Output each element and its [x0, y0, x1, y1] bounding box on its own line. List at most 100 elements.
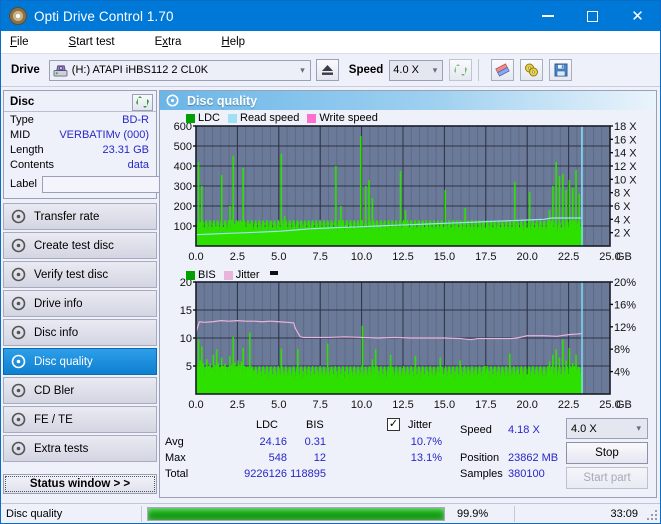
svg-text:20%: 20%: [614, 277, 636, 289]
save-button[interactable]: [549, 59, 573, 81]
sidebar: Disc Type BD-R MID VERBATIMv (000) Lengt…: [1, 87, 241, 498]
drive-value: (H:) ATAPI iHBS112 2 CL0K: [71, 64, 209, 76]
disc-tools-button[interactable]: [520, 59, 544, 81]
sidebar-item-create-test-disc[interactable]: Create test disc: [3, 232, 157, 259]
legend-swatch-ldc: [186, 113, 195, 123]
sidebar-label: Drive info: [34, 297, 83, 310]
app-window: Opti Drive Control 1.70 ✕ File Start tes…: [0, 0, 661, 524]
status-task-cell: Disc quality: [1, 505, 141, 523]
disc-contents-value: data: [127, 158, 149, 171]
sidebar-item-disc-quality[interactable]: Disc quality: [3, 348, 157, 375]
progress-fill: [148, 507, 444, 520]
speed-select-stats[interactable]: 4.0 X ▾: [566, 418, 648, 439]
resize-grip-icon[interactable]: [647, 510, 658, 521]
stats-max-ldc: 548: [268, 452, 287, 464]
menu-item-start-test[interactable]: Start test: [69, 36, 135, 48]
sidebar-item-transfer-rate[interactable]: Transfer rate: [3, 203, 157, 230]
svg-text:4%: 4%: [614, 367, 630, 379]
erase-button[interactable]: [491, 59, 515, 81]
svg-text:6 X: 6 X: [614, 201, 631, 213]
legend-label-ldc: LDC: [198, 112, 221, 124]
refresh-button[interactable]: [449, 59, 473, 81]
sidebar-item-cd-bler[interactable]: CD Bler: [3, 377, 157, 404]
close-button[interactable]: ✕: [615, 1, 660, 31]
disc-panel-header: Disc: [4, 93, 156, 112]
disc-icon: [11, 383, 26, 398]
chevron-down-icon: ▾: [636, 423, 641, 433]
stats-avg-ldc: 24.16: [259, 436, 287, 448]
stats-row-max-label: Max: [165, 452, 186, 464]
jitter-checkbox[interactable]: ✓: [387, 418, 400, 431]
minimize-button[interactable]: [525, 1, 570, 31]
elapsed-time: 33:09: [610, 507, 638, 520]
disc-quality-panel: Disc quality LDC Read speed Write speed …: [159, 90, 657, 498]
sidebar-nav: Transfer rate Create test disc Verify te…: [3, 203, 157, 462]
svg-text:500: 500: [174, 141, 192, 153]
svg-text:12.5: 12.5: [392, 251, 413, 263]
disc-panel: Disc Type BD-R MID VERBATIMv (000) Lengt…: [3, 90, 241, 199]
sidebar-label: FE / TE: [34, 413, 73, 426]
sidebar-item-disc-info[interactable]: Disc info: [3, 319, 157, 346]
svg-text:10 X: 10 X: [614, 174, 637, 186]
svg-text:5.0: 5.0: [271, 251, 286, 263]
menu-start-rest: tart test: [76, 36, 115, 48]
progress-percent: 99.9%: [457, 507, 489, 520]
svg-text:10: 10: [180, 333, 192, 345]
title-bar: Opti Drive Control 1.70 ✕: [1, 1, 660, 31]
maximize-button[interactable]: [570, 1, 615, 31]
svg-text:20.0: 20.0: [516, 251, 537, 263]
status-elapsed-cell: 33:09: [515, 505, 643, 523]
bis-chart-svg: 51015204%8%12%16%20%0.0 2.5 5.0 7.5 10.0 12.5…: [180, 277, 636, 411]
svg-text:16%: 16%: [614, 299, 636, 311]
stats-header-bis: BIS: [306, 419, 324, 431]
speed-select-value: 4.0 X: [571, 422, 597, 435]
stop-button[interactable]: Stop: [566, 442, 648, 464]
stats-position-label: Position: [460, 452, 500, 464]
svg-text:5.0: 5.0: [271, 399, 286, 411]
sidebar-item-fe-te[interactable]: FE / TE: [3, 406, 157, 433]
toolbar-divider: [478, 59, 480, 81]
drive-select[interactable]: (H:) ATAPI iHBS112 2 CL0K ▾: [48, 59, 311, 81]
legend-swatch-jitter: [223, 270, 233, 280]
close-icon: ✕: [631, 8, 644, 25]
disc-length-key: Length: [10, 143, 44, 156]
svg-text:8%: 8%: [614, 344, 630, 356]
sidebar-item-verify-test-disc[interactable]: Verify test disc: [3, 261, 157, 288]
svg-text:15: 15: [180, 305, 192, 317]
start-part-button: Start part: [566, 467, 648, 489]
disc-contents-key: Contents: [10, 158, 55, 171]
svg-text:GB: GB: [616, 399, 632, 411]
stats-max-bis: 12: [313, 452, 326, 464]
sidebar-item-drive-info[interactable]: Drive info: [3, 290, 157, 317]
disc-icon: [11, 325, 26, 340]
bis-chart-legend: BIS Jitter: [186, 269, 278, 281]
panel-header: Disc quality: [160, 91, 656, 110]
svg-text:200: 200: [174, 201, 192, 213]
disc-icon: [11, 238, 26, 253]
stats-total-bis: 118895: [290, 468, 326, 480]
svg-text:20.0: 20.0: [516, 399, 537, 411]
progress-bar: [147, 506, 445, 521]
status-window-button[interactable]: Status window > >: [3, 474, 157, 494]
window-title: Opti Drive Control 1.70: [34, 8, 174, 24]
menu-item-help[interactable]: Help: [221, 36, 265, 48]
svg-text:22.5: 22.5: [558, 251, 579, 263]
menu-item-extra[interactable]: Extra: [155, 36, 202, 48]
disc-label-row: Label: [4, 173, 241, 195]
svg-text:2.5: 2.5: [230, 399, 245, 411]
check-icon: ✓: [388, 418, 399, 430]
svg-text:15.0: 15.0: [434, 251, 455, 263]
stats-max-jitter: 13.1%: [410, 452, 442, 464]
disc-row-type: Type BD-R: [4, 112, 156, 127]
panel-title: Disc quality: [187, 93, 258, 108]
bis-chart: BIS Jitter 5 10 15 20 4% 8% 12% 16% 20% 0.0 2.5 5.0…: [160, 268, 656, 416]
disc-icon: [11, 209, 26, 224]
svg-text:12 X: 12 X: [614, 161, 637, 173]
speed-select[interactable]: 4.0 X ▾: [389, 59, 444, 81]
eject-button[interactable]: [315, 59, 339, 81]
menu-item-file[interactable]: File: [10, 36, 49, 48]
menu-file-rest: ile: [17, 36, 29, 48]
maximize-icon: [587, 10, 598, 22]
sidebar-item-extra-tests[interactable]: Extra tests: [3, 435, 157, 462]
disc-refresh-button[interactable]: [132, 93, 153, 111]
